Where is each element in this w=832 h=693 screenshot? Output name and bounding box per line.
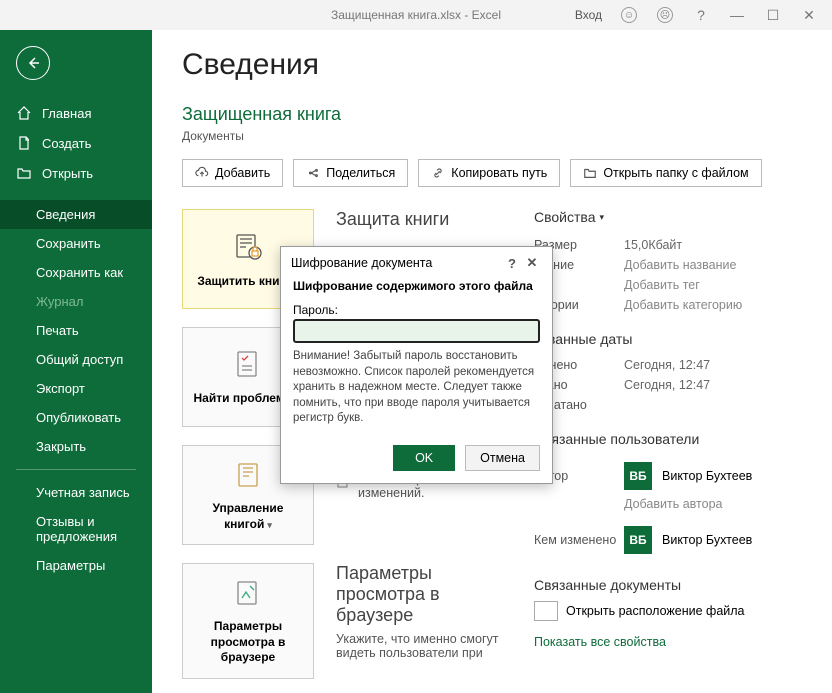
workbook-icon bbox=[232, 458, 264, 495]
nav-label: Сохранить как bbox=[36, 265, 123, 280]
document-name: Защищенная книга bbox=[182, 104, 802, 125]
button-label: Копировать путь bbox=[451, 166, 547, 180]
browser-icon bbox=[232, 576, 264, 613]
password-label: Пароль: bbox=[293, 303, 540, 317]
avatar: ВБ bbox=[624, 526, 652, 554]
avatar: ВБ bbox=[624, 462, 652, 490]
nav-label: Экспорт bbox=[36, 381, 85, 396]
nav-new[interactable]: Создать bbox=[0, 128, 152, 158]
upload-button[interactable]: Добавить bbox=[182, 159, 283, 187]
prop-cat-value[interactable]: Добавить категорию bbox=[624, 298, 742, 312]
nav-close[interactable]: Закрыть bbox=[0, 432, 152, 461]
prop-modifiedby-label: Кем изменено bbox=[534, 533, 624, 547]
password-input[interactable] bbox=[293, 319, 540, 343]
nav-options[interactable]: Параметры bbox=[0, 551, 152, 580]
nav-open[interactable]: Открыть bbox=[0, 158, 152, 188]
add-author-link[interactable]: Добавить автора bbox=[624, 497, 722, 511]
dates-heading: вязанные даты bbox=[534, 331, 802, 347]
nav-label: Журнал bbox=[36, 294, 83, 309]
share-button[interactable]: Поделиться bbox=[293, 159, 408, 187]
nav-label: Отзывы и предложения bbox=[36, 514, 136, 544]
page-title: Сведения bbox=[182, 48, 802, 82]
related-docs-heading: Связанные документы bbox=[534, 577, 802, 593]
nav-label: Общий доступ bbox=[36, 352, 123, 367]
nav-label: Печать bbox=[36, 323, 79, 338]
home-icon bbox=[16, 105, 32, 121]
nav-print[interactable]: Печать bbox=[0, 316, 152, 345]
modifiedby-name: Виктор Бухтеев bbox=[662, 533, 752, 547]
nav-label: Главная bbox=[42, 106, 91, 121]
nav-saveas[interactable]: Сохранить как bbox=[0, 258, 152, 287]
nav-account[interactable]: Учетная запись bbox=[0, 478, 152, 507]
users-heading: Связанные пользователи bbox=[534, 431, 802, 447]
show-all-properties-link[interactable]: Показать все свойства bbox=[534, 635, 666, 649]
dialog-heading: Шифрование содержимого этого файла bbox=[293, 279, 540, 293]
maximize-button[interactable]: ☐ bbox=[758, 0, 788, 30]
copy-path-button[interactable]: Копировать путь bbox=[418, 159, 560, 187]
browser-section-title: Параметры просмотра в браузере bbox=[336, 563, 504, 626]
prop-tags-value[interactable]: Добавить тег bbox=[624, 278, 700, 292]
window-title: Защищенная книга.xlsx - Excel bbox=[331, 8, 501, 22]
close-button[interactable]: ✕ bbox=[794, 0, 824, 30]
prop-title-value[interactable]: Добавить название bbox=[624, 258, 736, 272]
nav-share[interactable]: Общий доступ bbox=[0, 345, 152, 374]
nav-label: Закрыть bbox=[36, 439, 86, 454]
dialog-title: Шифрование документа bbox=[291, 256, 502, 270]
nav-label: Параметры bbox=[36, 558, 105, 573]
nav-publish[interactable]: Опубликовать bbox=[0, 403, 152, 432]
protect-section-title: Защита книги bbox=[336, 209, 504, 230]
link-icon bbox=[431, 166, 445, 180]
browser-view-button[interactable]: Параметры просмотра в браузере bbox=[182, 563, 314, 679]
document-path: Документы bbox=[182, 129, 802, 143]
nav-label: Сведения bbox=[36, 207, 95, 222]
prop-size-value: 15,0Кбайт bbox=[624, 238, 682, 252]
nav-home[interactable]: Главная bbox=[0, 98, 152, 128]
nav-history: Журнал bbox=[0, 287, 152, 316]
properties-heading[interactable]: Свойства ▾ bbox=[534, 209, 604, 225]
document-icon bbox=[16, 135, 32, 151]
section-body: Укажите, что именно смогут видеть пользо… bbox=[336, 632, 504, 660]
button-label: Добавить bbox=[215, 166, 270, 180]
login-link[interactable]: Вход bbox=[575, 8, 602, 22]
nav-label: Опубликовать bbox=[36, 410, 121, 425]
nav-label: Открыть bbox=[42, 166, 93, 181]
prop-modified-value: Сегодня, 12:47 bbox=[624, 358, 710, 372]
folder-icon bbox=[583, 166, 597, 180]
folder-icon bbox=[534, 601, 558, 621]
dialog-close-button[interactable]: ✕ bbox=[522, 255, 542, 271]
nav-label: Создать bbox=[42, 136, 91, 151]
author-name: Виктор Бухтеев bbox=[662, 469, 752, 483]
checklist-icon bbox=[232, 348, 264, 385]
encrypt-dialog: Шифрование документа ? ✕ Шифрование соде… bbox=[280, 246, 553, 484]
face-sad-icon[interactable]: ☹ bbox=[650, 0, 680, 30]
cancel-button[interactable]: Отмена bbox=[465, 445, 540, 471]
sidebar: Главная Создать Открыть Сведения Сохрани… bbox=[0, 30, 152, 693]
face-smile-icon[interactable]: ☺ bbox=[614, 0, 644, 30]
button-label: Открыть папку с файлом bbox=[603, 166, 748, 180]
minimize-button[interactable]: — bbox=[722, 0, 752, 30]
nav-feedback[interactable]: Отзывы и предложения bbox=[0, 507, 152, 551]
ok-button[interactable]: OK bbox=[393, 445, 455, 471]
nav-info[interactable]: Сведения bbox=[0, 200, 152, 229]
nav-label: Сохранить bbox=[36, 236, 101, 251]
nav-save[interactable]: Сохранить bbox=[0, 229, 152, 258]
folder-open-icon bbox=[16, 165, 32, 181]
button-label: Параметры просмотра в браузере bbox=[211, 619, 286, 664]
link-label: Открыть расположение файла bbox=[566, 604, 745, 618]
share-icon bbox=[306, 166, 320, 180]
cloud-upload-icon bbox=[195, 166, 209, 180]
nav-label: Учетная запись bbox=[36, 485, 130, 500]
open-location-link[interactable]: Открыть расположение файла bbox=[534, 601, 802, 621]
nav-export[interactable]: Экспорт bbox=[0, 374, 152, 403]
help-icon[interactable]: ? bbox=[686, 0, 716, 30]
dialog-warning: Внимание! Забытый пароль восстановить не… bbox=[293, 349, 540, 427]
button-label: Защитить книгу bbox=[197, 274, 291, 288]
open-folder-button[interactable]: Открыть папку с файлом bbox=[570, 159, 761, 187]
lock-icon bbox=[231, 229, 265, 268]
button-label: Управление книгой bbox=[213, 501, 284, 531]
back-button[interactable] bbox=[16, 46, 50, 80]
prop-created-value: Сегодня, 12:47 bbox=[624, 378, 710, 392]
button-label: Поделиться bbox=[326, 166, 395, 180]
dialog-help-button[interactable]: ? bbox=[502, 256, 522, 271]
